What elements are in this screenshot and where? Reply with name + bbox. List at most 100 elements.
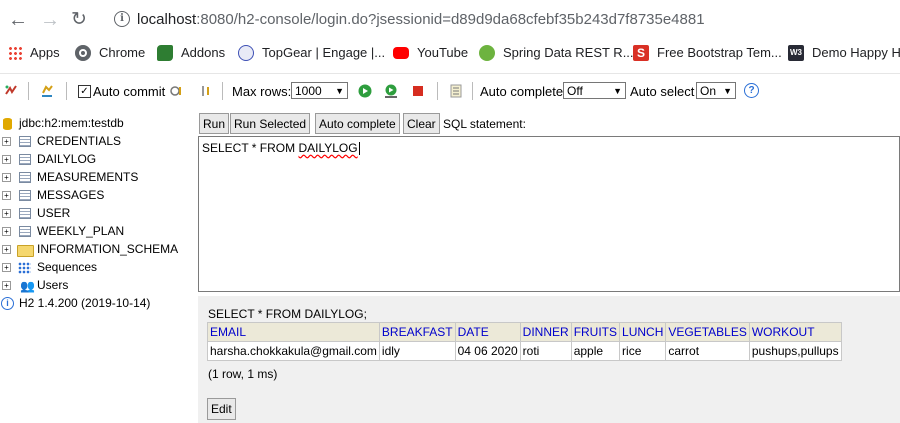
sequence-icon	[18, 262, 31, 274]
toolbar-separator	[222, 82, 223, 100]
bookmark-label: Spring Data REST R...	[503, 45, 634, 60]
expand-icon[interactable]: +	[2, 209, 11, 218]
column-header[interactable]: DATE	[454, 322, 521, 342]
table-icon	[19, 208, 31, 219]
column-header[interactable]: EMAIL	[207, 322, 380, 342]
bookmark-label: TopGear | Engage |...	[262, 45, 386, 60]
expand-icon[interactable]: +	[2, 245, 11, 254]
url-path: :8080/h2-console/login.do?jsessionid=d89…	[196, 11, 705, 28]
bookmark-label: Demo Happy Ho	[812, 45, 900, 60]
table-cell: carrot	[665, 341, 750, 361]
table-label: DAILYLOG	[37, 152, 97, 166]
expand-icon[interactable]: +	[2, 137, 11, 146]
run-button[interactable]: Run	[199, 113, 230, 134]
auto-select-value: On	[700, 84, 717, 98]
column-header[interactable]: BREAKFAST	[378, 322, 456, 342]
url-host: localhost	[137, 11, 197, 28]
chevron-down-icon: ▼	[335, 86, 344, 96]
table-cell: harsha.chokkakula@gmail.com	[207, 341, 380, 361]
w3schools-icon: W3	[788, 44, 804, 61]
users-icon: 👥	[20, 279, 35, 293]
expand-icon[interactable]: +	[2, 263, 11, 272]
table-cell: roti	[519, 341, 572, 361]
back-icon[interactable]: ←	[8, 9, 28, 31]
column-header[interactable]: FRUITS	[570, 322, 621, 342]
auto-complete-button[interactable]: Auto complete	[315, 113, 400, 134]
sql-text-table: DAILYLOG	[298, 141, 358, 155]
history-icon[interactable]	[449, 84, 463, 98]
rollback-icon[interactable]	[170, 84, 184, 98]
reload-icon[interactable]: ↻	[71, 9, 87, 31]
info-icon: i	[1, 297, 14, 310]
expand-icon[interactable]: +	[2, 155, 11, 164]
sql-text-prefix: SELECT * FROM	[202, 141, 299, 155]
expand-icon[interactable]: +	[2, 173, 11, 182]
sql-editor[interactable]: SELECT * FROM DAILYLOG	[198, 136, 900, 292]
bookmark-w3schools[interactable]: W3 Demo Happy Ho	[788, 44, 900, 62]
expand-icon[interactable]: +	[2, 281, 11, 290]
database-icon	[3, 118, 12, 130]
column-header[interactable]: VEGETABLES	[665, 322, 750, 342]
version-label: H2 1.4.200 (2019-10-14)	[19, 296, 151, 310]
table-icon	[19, 190, 31, 201]
url-text[interactable]: localhost:8080/h2-console/login.do?jsess…	[137, 11, 705, 28]
run-selected-button[interactable]: Run Selected	[230, 113, 311, 134]
expand-icon[interactable]: +	[2, 227, 11, 236]
bookmark-addons[interactable]: Addons	[157, 44, 225, 62]
h2-toolbar: ✓ Auto commit Max rows: 1000 ▼ Auto compl…	[0, 73, 900, 109]
text-caret	[358, 142, 360, 156]
max-rows-select[interactable]: 1000 ▼	[291, 82, 348, 99]
table-icon	[19, 154, 31, 165]
column-header[interactable]: DINNER	[519, 322, 572, 342]
s-logo-icon: S	[633, 44, 649, 61]
result-table: EMAIL BREAKFAST DATE DINNER FRUITS LUNCH…	[207, 322, 842, 361]
puzzle-icon	[157, 44, 173, 61]
auto-complete-select[interactable]: Off ▼	[563, 82, 626, 99]
users-label: Users	[37, 278, 69, 292]
bookmarks-bar: Apps Chrome Addons TopGear | Engage |...…	[0, 40, 900, 66]
bookmark-chrome[interactable]: Chrome	[75, 44, 145, 62]
toolbar-separator	[472, 82, 473, 100]
table-cell: rice	[619, 341, 667, 361]
stop-icon[interactable]	[411, 84, 425, 98]
auto-select-label: Auto select	[630, 84, 695, 99]
table-icon	[19, 172, 31, 183]
bookmark-apps[interactable]: Apps	[8, 44, 60, 62]
refresh-icon[interactable]	[40, 84, 54, 98]
bookmark-spring[interactable]: Spring Data REST R...	[479, 44, 634, 62]
table-cell: 04 06 2020	[454, 341, 521, 361]
table-label: CREDENTIALS	[37, 134, 122, 148]
edit-button[interactable]: Edit	[207, 398, 236, 420]
run-icon[interactable]	[358, 84, 372, 98]
youtube-icon	[393, 46, 409, 59]
expand-icon[interactable]: +	[2, 191, 11, 200]
forward-icon[interactable]: →	[40, 9, 60, 31]
apps-grid-icon	[8, 45, 22, 60]
table-cell: pushups,pullups	[748, 341, 842, 361]
table-icon	[19, 136, 31, 147]
bookmark-label: Chrome	[99, 45, 146, 60]
schema-label: INFORMATION_SCHEMA	[37, 242, 179, 256]
info-icon[interactable]: i	[114, 11, 130, 27]
disconnect-icon[interactable]	[4, 84, 18, 98]
bookmark-topgear[interactable]: TopGear | Engage |...	[238, 44, 385, 62]
auto-select-select[interactable]: On ▼	[696, 82, 736, 99]
bookmark-bootstrap[interactable]: S Free Bootstrap Tem...	[633, 44, 782, 62]
help-icon[interactable]: ?	[744, 83, 759, 98]
table-label: MESSAGES	[37, 188, 105, 202]
toolbar-separator	[66, 82, 67, 100]
commit-icon[interactable]	[199, 84, 213, 98]
clear-button[interactable]: Clear	[403, 113, 440, 134]
topgear-icon	[238, 44, 254, 61]
result-query: SELECT * FROM DAILYLOG;	[208, 307, 367, 321]
bookmark-label: Addons	[181, 45, 226, 60]
chrome-icon	[75, 44, 91, 61]
column-header[interactable]: WORKOUT	[748, 322, 842, 342]
run-selected-icon[interactable]	[384, 84, 398, 98]
result-status: (1 row, 1 ms)	[208, 367, 278, 381]
column-header[interactable]: LUNCH	[619, 322, 667, 342]
bookmark-youtube[interactable]: YouTube	[393, 44, 468, 62]
auto-commit-checkbox[interactable]: ✓	[78, 85, 91, 98]
table-row: harsha.chokkakula@gmail.com idly 04 06 2…	[207, 341, 842, 361]
table-cell: idly	[378, 341, 456, 361]
